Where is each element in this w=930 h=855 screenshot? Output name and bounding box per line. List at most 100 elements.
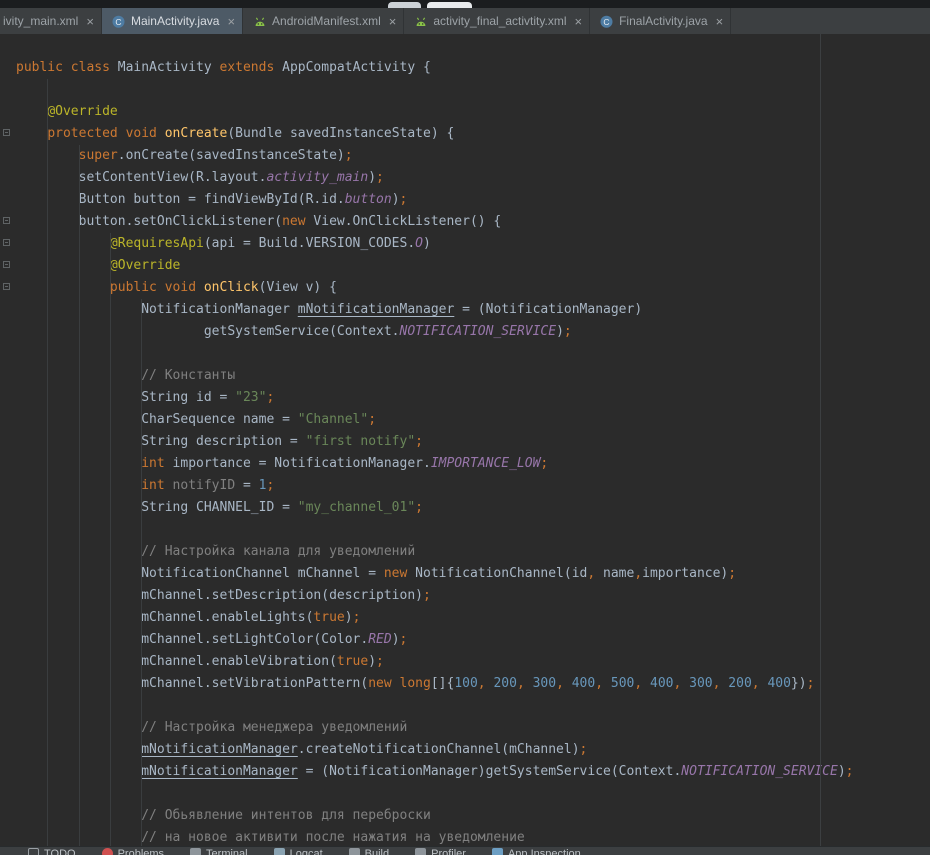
run-toolbar-widget[interactable] — [388, 2, 421, 8]
indent-guide — [110, 233, 111, 846]
code-content[interactable]: public class MainActivity extends AppCom… — [0, 34, 930, 846]
code-token: "first notify" — [306, 434, 416, 449]
code-line[interactable]: public class MainActivity extends AppCom… — [16, 57, 930, 79]
code-token: button — [345, 192, 392, 207]
code-line[interactable]: setContentView(R.layout.activity_main); — [16, 167, 930, 189]
code-token: int — [141, 456, 164, 471]
code-token: @RequiresApi — [110, 236, 204, 251]
close-icon[interactable]: × — [389, 15, 397, 28]
code-token: "Channel" — [298, 412, 368, 427]
code-line[interactable]: public void onClick(View v) { — [16, 277, 930, 299]
code-token: ; — [400, 632, 408, 647]
code-line[interactable]: @RequiresApi(api = Build.VERSION_CODES.O… — [16, 233, 930, 255]
code-line[interactable]: int importance = NotificationManager.IMP… — [16, 453, 930, 475]
code-token: , — [674, 676, 690, 691]
svg-text:C: C — [604, 16, 610, 26]
code-line[interactable]: @Override — [16, 255, 930, 277]
code-token: "my_channel_01" — [298, 500, 415, 515]
code-line[interactable]: super.onCreate(savedInstanceState); — [16, 145, 930, 167]
indent-guide — [47, 79, 48, 846]
toolwindow-button-build[interactable]: Build — [349, 848, 389, 855]
code-token: IMPORTANCE_LOW — [431, 456, 541, 471]
code-token: ; — [807, 676, 815, 691]
close-icon[interactable]: × — [86, 15, 94, 28]
code-line[interactable]: // Константы — [16, 365, 930, 387]
code-editor[interactable]: public class MainActivity extends AppCom… — [0, 34, 930, 846]
close-icon[interactable]: × — [716, 15, 724, 28]
code-line[interactable]: // Настройка канала для уведомлений — [16, 541, 930, 563]
code-token: mChannel.setDescription(description) — [16, 588, 423, 603]
code-token: importance) — [642, 566, 728, 581]
code-token: (View v) { — [259, 280, 337, 295]
code-token: (Bundle savedInstanceState) { — [227, 126, 454, 141]
code-token: CharSequence name = — [16, 412, 298, 427]
indent-guide — [79, 145, 80, 846]
code-token: View.OnClickListener() { — [306, 214, 502, 229]
code-line[interactable]: int notifyID = 1; — [16, 475, 930, 497]
fold-marker[interactable] — [3, 283, 10, 290]
logcat-icon — [274, 848, 285, 855]
fold-marker[interactable] — [3, 217, 10, 224]
code-line[interactable]: mChannel.setLightColor(Color.RED); — [16, 629, 930, 651]
tab-androidmanifest-xml[interactable]: AndroidManifest.xml× — [243, 8, 404, 34]
code-line[interactable]: Button button = findViewById(R.id.button… — [16, 189, 930, 211]
toolwindow-button-todo[interactable]: TODO — [28, 848, 76, 855]
tab-activity-final-activtity-xml[interactable]: activity_final_activtity.xml× — [404, 8, 590, 34]
code-line[interactable]: // Обьявление интентов для переброски — [16, 805, 930, 827]
code-token: mChannel.setVibrationPattern( — [16, 676, 368, 691]
toolwindow-button-logcat[interactable]: Logcat — [274, 848, 323, 855]
code-token: // Константы — [16, 368, 235, 383]
code-token: 500 — [611, 676, 634, 691]
close-icon[interactable]: × — [227, 15, 235, 28]
code-token: NotificationChannel(id — [407, 566, 587, 581]
fold-marker[interactable] — [3, 239, 10, 246]
code-token: super — [79, 148, 118, 163]
code-line[interactable]: mChannel.enableVibration(true); — [16, 651, 930, 673]
code-line[interactable]: mNotificationManager = (NotificationMana… — [16, 761, 930, 783]
code-line[interactable]: getSystemService(Context.NOTIFICATION_SE… — [16, 321, 930, 343]
run-toolbar-widget[interactable] — [427, 2, 472, 8]
code-token: , — [634, 566, 642, 581]
code-line[interactable]: NotificationChannel mChannel = new Notif… — [16, 563, 930, 585]
toolwindow-button-problems[interactable]: Problems — [102, 848, 164, 855]
code-line[interactable] — [16, 783, 930, 805]
code-line[interactable]: String description = "first notify"; — [16, 431, 930, 453]
code-line[interactable]: NotificationManager mNotificationManager… — [16, 299, 930, 321]
code-token: RED — [368, 632, 391, 647]
java-class-icon: C — [111, 14, 126, 29]
code-line[interactable] — [16, 519, 930, 541]
code-line[interactable]: // на новое активити после нажатия на ув… — [16, 827, 930, 846]
code-token: ; — [415, 434, 423, 449]
code-line[interactable]: mNotificationManager.createNotificationC… — [16, 739, 930, 761]
code-line[interactable] — [16, 79, 930, 101]
code-line[interactable]: mChannel.enableLights(true); — [16, 607, 930, 629]
close-icon[interactable]: × — [575, 15, 583, 28]
tab-label: ivity_main.xml — [3, 14, 78, 28]
toolwindow-button-terminal[interactable]: Terminal — [190, 848, 248, 855]
tab-finalactivity-java[interactable]: CFinalActivity.java× — [590, 8, 731, 34]
code-token: .createNotificationChannel(mChannel) — [298, 742, 580, 757]
toolwindow-button-profiler[interactable]: Profiler — [415, 848, 466, 855]
tab-activity-main-xml[interactable]: ivity_main.xml × — [0, 8, 102, 34]
fold-marker[interactable] — [3, 129, 10, 136]
toolwindow-button-app-inspection[interactable]: App Inspection — [492, 848, 581, 855]
fold-marker[interactable] — [3, 261, 10, 268]
code-token — [16, 258, 110, 273]
code-line[interactable] — [16, 695, 930, 717]
code-line[interactable]: String CHANNEL_ID = "my_channel_01"; — [16, 497, 930, 519]
code-line[interactable]: CharSequence name = "Channel"; — [16, 409, 930, 431]
code-line[interactable]: mChannel.setVibrationPattern(new long[]{… — [16, 673, 930, 695]
code-token: 400 — [572, 676, 595, 691]
code-token: mNotificationManager — [298, 302, 455, 317]
code-line[interactable] — [16, 343, 930, 365]
code-line[interactable]: protected void onCreate(Bundle savedInst… — [16, 123, 930, 145]
java-class-icon: C — [599, 14, 614, 29]
tab-mainactivity-java[interactable]: CMainActivity.java× — [102, 8, 243, 34]
code-line[interactable]: String id = "23"; — [16, 387, 930, 409]
code-line[interactable]: button.setOnClickListener(new View.OnCli… — [16, 211, 930, 233]
code-line[interactable]: // Настройка менеджера уведомлений — [16, 717, 930, 739]
code-line[interactable]: @Override — [16, 101, 930, 123]
code-line[interactable]: mChannel.setDescription(description); — [16, 585, 930, 607]
code-token: = (NotificationManager) — [454, 302, 642, 317]
code-token: mChannel.enableVibration( — [16, 654, 337, 669]
